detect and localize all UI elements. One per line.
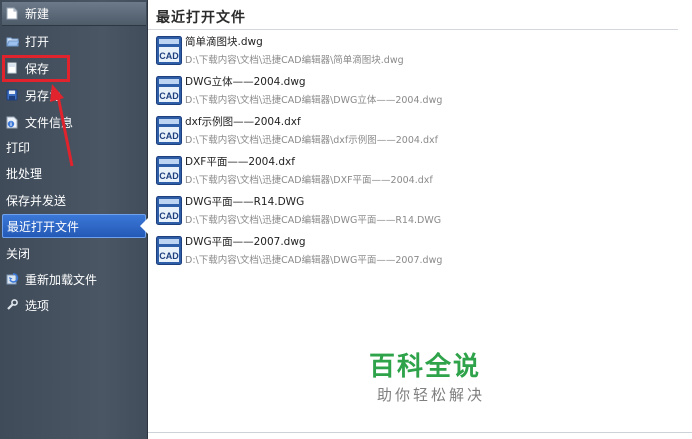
recent-file-item[interactable]: CAD DWG平面——2007.dwg D:\下载内容\文档\迅捷CAD编辑器\DW… <box>156 233 676 271</box>
menu-item-label: 重新加载文件 <box>25 272 98 287</box>
menu-item-recent-files[interactable]: 最近打开文件 <box>2 214 146 238</box>
recent-file-item[interactable]: CAD DWG立体——2004.dwg D:\下载内容\文档\迅捷CAD编辑器\DW… <box>156 73 676 111</box>
recent-file-item[interactable]: CAD DWG平面——R14.DWG D:\下载内容\文档\迅捷CAD编辑器\DWG… <box>156 193 676 231</box>
menu-item-new[interactable]: 新建 <box>2 2 146 26</box>
menu-item-batch[interactable]: 批处理 <box>2 161 146 185</box>
menu-item-label: 关闭 <box>6 246 31 261</box>
cad-file-icon: CAD <box>156 156 182 185</box>
recent-file-name: DWG平面——2007.dwg <box>185 236 306 248</box>
recent-file-path: D:\下载内容\文档\迅捷CAD编辑器\DWG平面——R14.DWG <box>185 215 442 226</box>
menu-item-file-info[interactable]: 文件信息 <box>2 110 146 134</box>
recent-file-name: dxf示例图——2004.dxf <box>185 116 301 128</box>
cad-file-icon: CAD <box>156 36 182 65</box>
svg-text:CAD: CAD <box>159 251 179 261</box>
menu-item-label: 另存为 <box>25 88 62 103</box>
menu-item-label: 文件信息 <box>25 115 74 130</box>
recent-file-item[interactable]: CAD 简单滴图块.dwg D:\下载内容\文档\迅捷CAD编辑器\简单滴图块.dw… <box>156 33 676 71</box>
annotation-highlight-box <box>2 55 70 82</box>
bottom-divider <box>148 432 692 433</box>
menu-item-label: 选项 <box>25 298 50 313</box>
wrench-icon <box>5 298 19 312</box>
menu-item-options[interactable]: 选项 <box>2 293 146 317</box>
menu-item-save-as[interactable]: 另存为 <box>2 83 146 107</box>
recent-file-name: DWG立体——2004.dwg <box>185 76 306 88</box>
menu-item-close[interactable]: 关闭 <box>2 241 146 265</box>
page-title: 最近打开文件 <box>156 10 246 26</box>
recent-file-item[interactable]: CAD DXF平面——2004.dxf D:\下载内容\文档\迅捷CAD编辑器\DX… <box>156 153 676 191</box>
cad-file-icon: CAD <box>156 116 182 145</box>
title-divider <box>148 29 678 30</box>
recent-file-path: D:\下载内容\文档\迅捷CAD编辑器\dxf示例图——2004.dxf <box>185 135 438 146</box>
folder-open-icon <box>5 34 19 48</box>
save-as-icon <box>5 88 19 102</box>
menu-item-label: 新建 <box>25 7 50 21</box>
recent-file-path: D:\下载内容\文档\迅捷CAD编辑器\DWG平面——2007.dwg <box>185 255 443 266</box>
watermark-title: 百科全说 <box>369 352 482 382</box>
svg-text:CAD: CAD <box>159 211 179 221</box>
svg-text:CAD: CAD <box>159 131 179 141</box>
recent-file-name: DXF平面——2004.dxf <box>185 156 295 168</box>
menu-item-label: 打开 <box>25 34 50 49</box>
menu-item-print[interactable]: 打印 <box>2 135 146 159</box>
menu-item-label: 保存并发送 <box>6 193 67 208</box>
recent-file-path: D:\下载内容\文档\迅捷CAD编辑器\简单滴图块.dwg <box>185 55 404 66</box>
recent-file-item[interactable]: CAD dxf示例图——2004.dxf D:\下载内容\文档\迅捷CAD编辑器\d… <box>156 113 676 151</box>
svg-text:CAD: CAD <box>159 171 179 181</box>
cad-file-icon: CAD <box>156 196 182 225</box>
reload-icon <box>5 272 19 286</box>
watermark-subtitle: 助你轻松解决 <box>377 386 486 404</box>
svg-text:CAD: CAD <box>159 51 179 61</box>
cad-file-icon: CAD <box>156 236 182 265</box>
recent-file-name: DWG平面——R14.DWG <box>185 196 305 208</box>
menu-item-label: 打印 <box>6 140 31 155</box>
menu-item-label: 批处理 <box>6 166 43 181</box>
svg-text:CAD: CAD <box>159 91 179 101</box>
new-file-icon <box>5 7 19 21</box>
file-info-icon <box>5 115 19 129</box>
menu-item-reload-file[interactable]: 重新加载文件 <box>2 267 146 291</box>
menu-item-open[interactable]: 打开 <box>2 29 146 53</box>
menu-item-save-and-send[interactable]: 保存并发送 <box>2 188 146 212</box>
menu-item-label: 最近打开文件 <box>7 219 80 234</box>
recent-file-path: D:\下载内容\文档\迅捷CAD编辑器\DWG立体——2004.dwg <box>185 95 443 106</box>
active-item-indicator <box>140 218 148 234</box>
recent-file-path: D:\下载内容\文档\迅捷CAD编辑器\DXF平面——2004.dxf <box>185 175 433 186</box>
recent-file-name: 简单滴图块.dwg <box>185 36 263 48</box>
cad-file-icon: CAD <box>156 76 182 105</box>
